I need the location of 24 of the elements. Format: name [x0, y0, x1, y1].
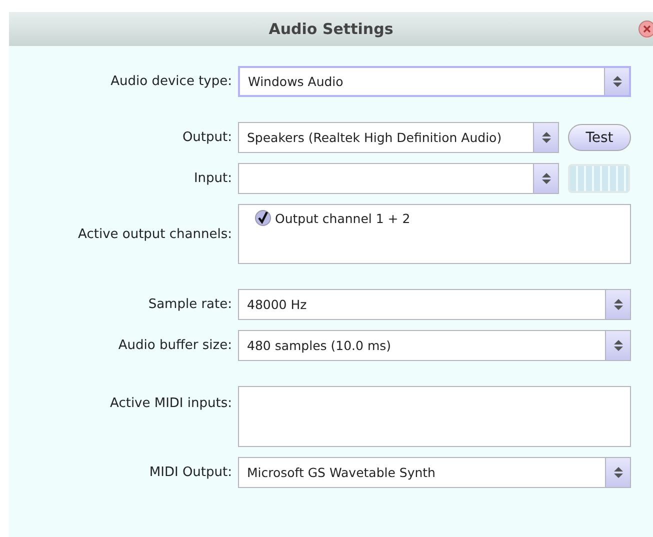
dropdown[interactable]: 48000 Hz	[238, 289, 631, 320]
dropdown[interactable]: 480 samples (10.0 ms)	[238, 330, 631, 361]
up-down-arrow-icon	[614, 299, 622, 310]
field-label: Audio device type:	[110, 74, 233, 89]
field-label: Active MIDI inputs:	[109, 395, 233, 411]
field-label: MIDI Output:	[148, 465, 233, 480]
field-label: Active output channels:	[77, 226, 233, 242]
dropdown[interactable]: Speakers (Realtek High Definition Audio)	[238, 122, 559, 153]
field-label: Input:	[192, 171, 233, 186]
field-label: Audio buffer size:	[117, 338, 233, 353]
up-down-arrow-icon	[612, 76, 622, 87]
dropdown[interactable]: Windows Audio	[238, 66, 631, 97]
window-title: Audio Settings	[268, 20, 394, 38]
up-down-arrow-icon	[614, 340, 622, 351]
test-button[interactable]: Test	[568, 124, 631, 151]
up-down-arrow-icon	[614, 467, 622, 478]
dropdown[interactable]: Microsoft GS Wavetable Synth	[238, 457, 631, 488]
field-label: Output:	[181, 130, 233, 145]
close-icon[interactable]	[638, 20, 653, 38]
up-down-arrow-icon	[542, 173, 550, 184]
up-down-arrow-icon	[542, 132, 550, 143]
field-label: Sample rate:	[147, 297, 233, 312]
option-label: Output channel 1 + 2	[275, 210, 410, 226]
checkbox[interactable]	[255, 210, 271, 226]
